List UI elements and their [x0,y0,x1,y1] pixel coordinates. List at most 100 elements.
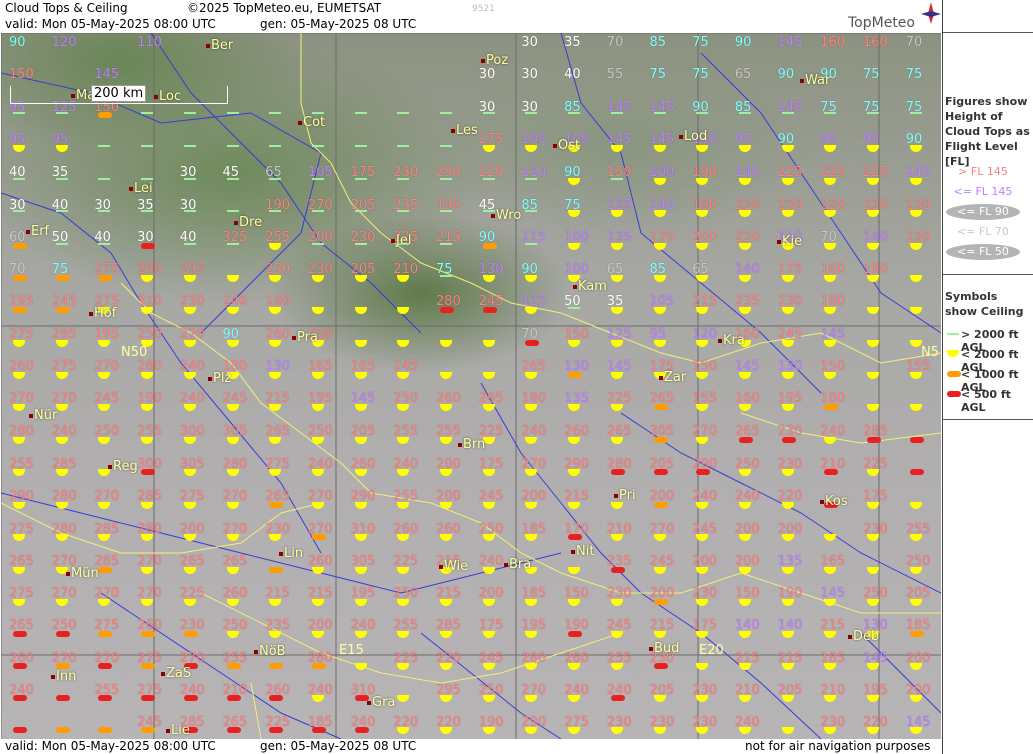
city-label[interactable]: Kie [782,234,802,249]
ceiling-below-1000-symbol [653,599,668,605]
city-label[interactable]: Inn [56,669,76,684]
city-dot [298,121,302,125]
city-label[interactable]: Nür [34,408,57,423]
city-label[interactable]: Cot [303,115,325,130]
city-label[interactable]: Kam [578,279,607,294]
city-dot [66,572,70,576]
legend-red-pill-icon [947,391,961,397]
city-label[interactable]: Bra [509,557,531,572]
ceiling-below-500-symbol [867,437,881,443]
city-label[interactable]: War [805,73,830,88]
city-label[interactable]: Pri [619,488,636,503]
ceiling-below-500-symbol [909,437,924,443]
city-label[interactable]: Lei [134,181,153,196]
ceiling-below-1000-symbol [269,567,284,573]
legend-orange-pill-icon [947,371,961,377]
ceiling-high-dash [226,243,239,245]
city-label[interactable]: Wie [444,559,468,574]
city-label[interactable]: Lin [284,546,303,561]
city-label[interactable]: Zar [664,370,686,385]
ceiling-high-dash [141,210,154,212]
city-label[interactable]: ZaS [166,666,191,681]
city-label[interactable]: Gra [372,695,395,710]
city-label[interactable]: Deb [853,629,879,644]
city-label[interactable]: Kos [825,494,848,509]
city-label[interactable]: Poz [486,53,508,68]
ceiling-high-dash [909,112,922,114]
ceiling-below-1000-symbol [824,404,839,410]
ceiling-below-500-symbol [738,437,753,443]
ceiling-high-dash [354,112,367,114]
cloud-top-value: 75 [692,67,709,82]
cloud-top-value: 90 [734,35,752,50]
city-label[interactable]: Erf [31,224,49,239]
ceiling-below-500-symbol [824,469,839,475]
ceiling-below-500-symbol [141,243,156,249]
city-dot [553,144,557,148]
footer-generated-time: gen: 05-May-2025 08 UTC [260,739,417,753]
city-label[interactable]: Brn [463,437,485,452]
ceiling-below-500-symbol [226,727,241,733]
ceiling-high-dash [482,178,495,180]
ceiling-below-500-symbol [13,631,27,637]
grid-label: N50 [121,345,148,360]
ceiling-below-1000-symbol [55,307,70,313]
city-dot [391,239,395,243]
city-label[interactable]: Dre [239,215,262,230]
city-dot [614,494,618,498]
city-label[interactable]: Jel [396,233,411,248]
city-label[interactable]: Reg [113,459,138,474]
ceiling-below-1000-symbol [653,437,668,443]
grid-label: E20 [699,643,724,658]
city-dot [208,377,212,381]
ceiling-high-dash [482,112,495,114]
ceiling-high-dash [525,210,538,212]
ceiling-below-500-symbol [141,469,156,475]
cloud-top-value: 85 [649,35,667,50]
ceiling-high-dash [269,112,282,114]
ceiling-below-1000-symbol [482,243,497,249]
city-dot [481,59,485,63]
legend-fl-item: <= FL 145 [953,185,1013,198]
ceiling-below-500-symbol [269,695,284,701]
city-label[interactable]: Les [456,123,478,138]
cloud-top-value: 110 [137,35,162,50]
city-label[interactable]: Ber [211,38,233,53]
ceiling-high-dash [397,210,410,212]
cloud-top-value: 145 [94,67,120,82]
city-label[interactable]: NöB [259,644,286,659]
ceiling-below-500-symbol [183,695,198,701]
ceiling-high-dash [98,210,111,212]
ceiling-high-dash [183,178,196,180]
city-dot [848,635,852,639]
city-label[interactable]: Kra [723,333,745,348]
city-label[interactable]: Plz [213,371,231,386]
ceiling-high-dash [354,178,367,180]
ceiling-high-dash [55,112,68,114]
cloud-top-value: 75 [863,67,880,82]
ceiling-below-1000-symbol [653,404,668,410]
city-label[interactable]: Ost [558,138,580,153]
ceiling-below-1000-symbol [141,727,156,733]
disclaimer: not for air navigation purposes [745,739,931,753]
ceiling-high-dash [55,178,68,180]
city-label[interactable]: Mün [71,566,99,581]
footer-valid-time: valid: Mon 05-May-2025 08:00 UTC [5,739,216,753]
city-label[interactable]: Pra [297,330,318,345]
cloud-top-value: 160 [820,35,846,50]
city-dot [571,550,575,554]
ceiling-high-dash [525,112,538,114]
city-label[interactable]: Wro [496,208,521,223]
city-label[interactable]: Lod [684,129,707,144]
city-label[interactable]: Nit [576,544,594,559]
cloud-top-value: 70 [606,35,624,50]
city-label[interactable]: Bud [654,641,679,656]
copyright: ©2025 TopMeteo.eu, EUMETSAT [187,1,382,15]
ceiling-below-1000-symbol [311,534,326,540]
city-dot [491,214,495,218]
ceiling-high-dash [440,178,452,180]
city-label[interactable]: Lie [171,723,190,738]
city-label[interactable]: Hof [94,306,116,321]
city-dot [166,729,170,733]
satellite-map[interactable]: 90 120 110 30 35 70 85 75 90 145 160 160 70 150 145 30 3… [1,33,941,739]
